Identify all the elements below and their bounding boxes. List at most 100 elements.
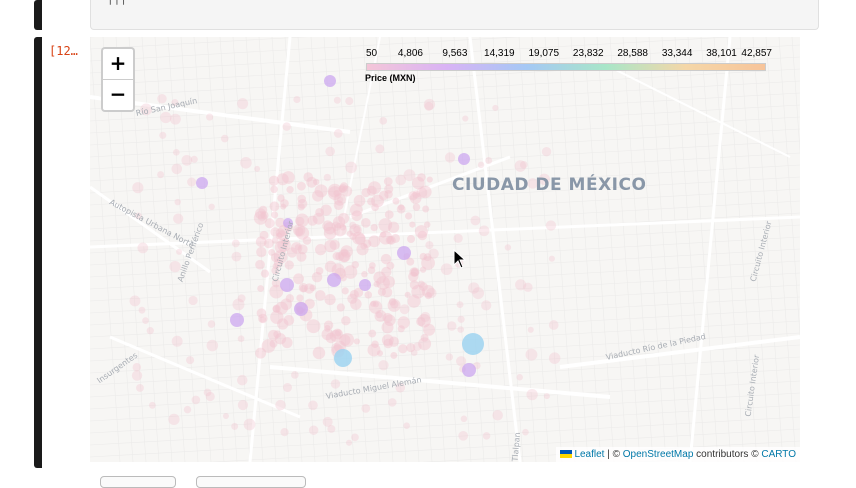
listing-marker[interactable]: [138, 306, 146, 314]
listing-marker[interactable]: [353, 338, 360, 345]
listing-marker[interactable]: [187, 177, 197, 187]
listing-marker[interactable]: [255, 259, 265, 270]
listing-marker[interactable]: [315, 207, 324, 217]
listing-marker[interactable]: [412, 342, 422, 351]
listing-marker[interactable]: [207, 320, 216, 328]
listing-marker[interactable]: [284, 260, 294, 270]
listing-marker[interactable]: [291, 371, 299, 379]
listing-marker[interactable]: [312, 178, 320, 186]
listing-marker[interactable]: [191, 395, 201, 405]
listing-marker[interactable]: [285, 294, 295, 303]
listing-marker[interactable]: [294, 302, 308, 316]
listing-marker[interactable]: [254, 165, 261, 172]
listing-marker[interactable]: [345, 97, 354, 106]
listing-marker[interactable]: [420, 311, 431, 322]
listing-marker[interactable]: [462, 363, 476, 377]
listing-marker[interactable]: [307, 215, 318, 226]
listing-marker[interactable]: [548, 320, 559, 330]
listing-marker[interactable]: [462, 333, 484, 355]
listing-marker[interactable]: [340, 245, 353, 258]
listing-marker[interactable]: [460, 415, 468, 423]
zoom-out-button[interactable]: −: [103, 80, 133, 110]
listing-marker[interactable]: [468, 282, 480, 294]
listing-marker[interactable]: [341, 287, 349, 295]
listing-marker[interactable]: [308, 425, 319, 435]
listing-marker[interactable]: [231, 239, 240, 248]
listing-marker[interactable]: [470, 215, 481, 226]
listing-marker[interactable]: [334, 329, 342, 337]
listing-marker[interactable]: [383, 177, 393, 186]
listing-marker[interactable]: [303, 172, 314, 182]
listing-marker[interactable]: [368, 300, 383, 314]
listing-marker[interactable]: [336, 196, 344, 203]
listing-marker[interactable]: [322, 220, 334, 232]
listing-marker[interactable]: [367, 266, 376, 274]
listing-marker[interactable]: [231, 422, 239, 430]
listing-marker[interactable]: [359, 279, 371, 291]
listing-marker[interactable]: [321, 328, 334, 341]
listing-marker[interactable]: [527, 326, 534, 333]
listing-marker[interactable]: [380, 231, 387, 238]
listing-marker[interactable]: [384, 210, 394, 219]
listing-marker[interactable]: [173, 213, 184, 224]
listing-marker[interactable]: [312, 190, 324, 202]
listing-marker[interactable]: [268, 248, 276, 256]
listing-marker[interactable]: [349, 221, 357, 230]
listing-marker[interactable]: [482, 432, 491, 440]
listing-marker[interactable]: [295, 216, 305, 226]
listing-marker[interactable]: [258, 213, 266, 222]
listing-marker[interactable]: [136, 383, 144, 392]
listing-marker[interactable]: [403, 422, 410, 429]
listing-marker[interactable]: [300, 284, 308, 293]
listing-marker[interactable]: [333, 96, 341, 104]
listing-marker[interactable]: [541, 147, 552, 157]
listing-marker[interactable]: [492, 409, 503, 421]
listing-marker[interactable]: [426, 176, 433, 183]
listing-marker[interactable]: [168, 413, 180, 426]
listing-marker[interactable]: [160, 111, 172, 124]
listing-marker[interactable]: [425, 241, 434, 250]
listing-marker[interactable]: [260, 269, 270, 278]
listing-marker[interactable]: [381, 334, 394, 347]
listing-marker[interactable]: [526, 388, 538, 401]
listing-marker[interactable]: [341, 316, 351, 326]
listing-marker[interactable]: [293, 273, 304, 285]
listing-marker[interactable]: [230, 313, 244, 327]
listing-marker[interactable]: [174, 198, 181, 206]
listing-marker[interactable]: [275, 399, 286, 411]
listing-marker[interactable]: [270, 310, 284, 324]
listing-marker[interactable]: [205, 391, 215, 402]
listing-marker[interactable]: [271, 211, 279, 219]
listing-marker[interactable]: [398, 344, 408, 354]
listing-marker[interactable]: [132, 363, 142, 372]
next-cell-button-2[interactable]: [196, 476, 306, 488]
listing-marker[interactable]: [373, 280, 380, 288]
listing-marker[interactable]: [171, 335, 183, 347]
listing-marker[interactable]: [478, 225, 490, 237]
listing-marker[interactable]: [222, 413, 229, 420]
listing-marker[interactable]: [397, 316, 410, 329]
listing-marker[interactable]: [375, 144, 385, 154]
listing-marker[interactable]: [462, 115, 469, 122]
listing-marker[interactable]: [256, 246, 267, 258]
listing-marker[interactable]: [361, 271, 368, 278]
listing-marker[interactable]: [183, 405, 192, 414]
listing-marker[interactable]: [410, 267, 420, 277]
listing-marker[interactable]: [330, 379, 341, 389]
listing-marker[interactable]: [315, 266, 324, 275]
listing-marker[interactable]: [368, 181, 382, 195]
listing-marker[interactable]: [387, 398, 397, 407]
listing-marker[interactable]: [412, 203, 421, 211]
listing-marker[interactable]: [188, 295, 198, 306]
listing-marker[interactable]: [378, 360, 389, 371]
listing-marker[interactable]: [390, 351, 398, 359]
listing-marker[interactable]: [338, 185, 346, 193]
listing-marker[interactable]: [370, 223, 378, 232]
listing-marker[interactable]: [237, 399, 249, 411]
listing-marker[interactable]: [324, 75, 336, 87]
listing-marker[interactable]: [331, 221, 341, 232]
listing-marker[interactable]: [294, 244, 302, 251]
listing-marker[interactable]: [333, 129, 343, 138]
listing-marker[interactable]: [376, 350, 383, 357]
listing-marker[interactable]: [327, 273, 341, 287]
